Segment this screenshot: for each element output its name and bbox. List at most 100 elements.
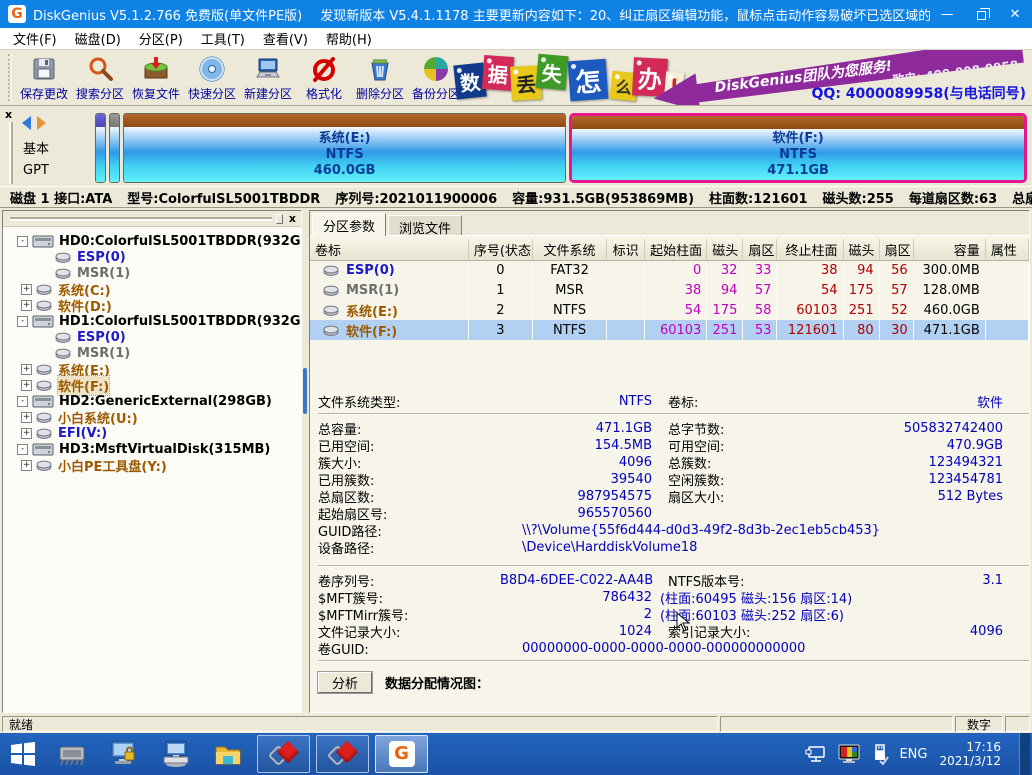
menu-bar: 文件(F) 磁盘(D) 分区(P) 工具(T) 查看(V) 帮助(H) [0,28,1032,50]
col-capacity[interactable]: 容量 [913,239,985,260]
partition-overview: x 基本 GPT 系统(E:) NTFS 460.0GB [0,106,1032,186]
overview-close-icon[interactable]: x [5,108,12,121]
red-diamond-app-icon [330,741,356,767]
restore-button[interactable] [964,0,998,28]
system-tray: ENG 17:16 2021/3/12 [805,733,1030,775]
disk-serial: 序列号:2021011900006 [335,188,497,207]
tree-item-esp0[interactable]: ESP(0) [3,249,301,265]
task-button-app1[interactable] [257,735,310,773]
tree-item-hd2[interactable]: -HD2:GenericExternal(298GB) [3,393,301,409]
analyze-button[interactable]: 分析 [318,672,372,693]
tree-slider[interactable] [10,217,272,221]
title-bar: G DiskGenius V5.1.2.766 免费版(单文件PE版) 发现新版… [0,0,1032,28]
disk-cylinders: 柱面数:121601 [709,188,807,207]
recover-files-button[interactable]: 恢复文件 [128,50,184,105]
separator [318,413,1029,415]
windows-logo-icon [10,741,36,767]
ad-tile: 据 [482,55,514,91]
tree-item-esp0-hd1[interactable]: ESP(0) [3,329,301,345]
tree-item-xiaobai-pe-y[interactable]: +小白PE工具盘(Y:) [3,457,301,473]
taskbar-clock[interactable]: 17:16 2021/3/12 [939,740,1001,768]
status-numlock: 数字 [955,716,1003,732]
tree-slider-handle-icon[interactable] [276,214,283,224]
pc-security-tool-icon[interactable] [98,733,150,775]
main-area: x -HD0:ColorfulSL5001TBDDR(932GB) ESP(0)… [0,207,1032,715]
partition-bar-software-f[interactable]: 软件(F:) NTFS 471.1GB [569,113,1027,183]
col-start-cylinder[interactable]: 起始柱面 [645,239,707,260]
menu-tools[interactable]: 工具(T) [192,29,254,48]
update-notice: 发现新版本 V5.4.1.1178 主要更新内容如下：20、纠正扇区编辑功能，鼠… [320,5,930,24]
tree-item-xiaobai-u[interactable]: +小白系统(U:) [3,409,301,425]
menu-view[interactable]: 查看(V) [254,29,317,48]
format-button[interactable]: 格式化 [296,50,352,105]
tree-item-software-d[interactable]: +软件(D:) [3,297,301,313]
menu-disk[interactable]: 磁盘(D) [66,29,130,48]
input-tool-icon[interactable] [150,733,202,775]
menu-file[interactable]: 文件(F) [4,29,66,48]
close-button[interactable]: ✕ [998,0,1032,28]
task-button-app2[interactable] [316,735,369,773]
partition-detail-panel: 分区参数 浏览文件 卷标 序号(状态) 文件系统 [309,210,1030,713]
new-partition-icon [253,54,283,84]
screen: G DiskGenius V5.1.2.766 免费版(单文件PE版) 发现新版… [0,0,1032,775]
col-attributes[interactable]: 属性 [985,239,1028,260]
tree-item-msr1-hd1[interactable]: MSR(1) [3,345,301,361]
col-identifier[interactable]: 标识 [607,239,645,260]
table-row-system-e[interactable]: 系统(E:) 2NTFS 5417558 6010325152 460.0GB [310,300,1029,320]
new-partition-button[interactable]: 新建分区 [240,50,296,105]
table-row-software-f-selected[interactable]: 软件(F:) 3NTFS 6010325153 1216018030 471.1… [310,320,1029,340]
menu-partition[interactable]: 分区(P) [130,29,192,48]
search-partition-button[interactable]: 搜索分区 [72,50,128,105]
hard-disk-icon [32,443,54,456]
tree-item-system-c[interactable]: +系统(C:) [3,281,301,297]
ramdisk-tool-icon[interactable] [46,733,98,775]
tab-browse-files[interactable]: 浏览文件 [388,215,462,235]
partition-bar-msr[interactable] [109,113,120,183]
partition-bar-esp[interactable] [95,113,106,183]
delete-partition-icon [365,54,395,84]
col-end-cylinder[interactable]: 终止柱面 [777,239,843,260]
prev-disk-arrow-icon[interactable] [22,116,31,130]
quick-partition-icon [197,54,227,84]
start-button[interactable] [0,733,46,775]
view-mode-basic[interactable]: 基本 [23,138,49,157]
tree-item-msr1[interactable]: MSR(1) [3,265,301,281]
display-settings-tray-icon[interactable] [837,744,861,764]
show-desktop-button[interactable] [1019,733,1030,775]
tree-close-icon[interactable]: x [287,212,298,225]
tab-partition-params[interactable]: 分区参数 [312,213,386,236]
overview-grip [9,122,13,184]
table-row-esp[interactable]: ESP(0) 0FAT32 03233 389456 300.0MB [310,260,1029,280]
save-changes-button[interactable]: 保存更改 [16,50,72,105]
disk-tree-panel: x -HD0:ColorfulSL5001TBDDR(932GB) ESP(0)… [2,210,302,713]
delete-partition-button[interactable]: 删除分区 [352,50,408,105]
menu-help[interactable]: 帮助(H) [317,29,381,48]
partition-bar-system-e[interactable]: 系统(E:) NTFS 460.0GB [123,113,566,183]
col-index-status[interactable]: 序号(状态) [468,239,532,260]
tree-item-efi-v[interactable]: +EFI(V:) [3,425,301,441]
network-tray-icon[interactable] [805,744,827,764]
file-explorer-icon[interactable] [202,733,254,775]
col-end-head[interactable]: 磁头 [843,239,879,260]
partition-icon [323,285,340,296]
col-start-head[interactable]: 磁头 [707,239,743,260]
disk-info-line: 磁盘 1 接口:ATA 型号:ColorfulSL5001TBDDR 序列号:2… [0,186,1032,207]
table-row-msr[interactable]: MSR(1) 1MSR 389457 5417557 128.0MB [310,280,1029,300]
tree-item-hd1[interactable]: -HD1:ColorfulSL5001TBDDR(932GB) [3,313,301,329]
detail-tabs: 分区参数 浏览文件 [310,211,1029,235]
col-volume-label[interactable]: 卷标 [310,239,468,260]
task-button-diskgenius-active[interactable]: G [375,735,428,773]
usb-eject-tray-icon[interactable] [871,743,889,765]
view-mode-gpt[interactable]: GPT [23,163,49,178]
language-indicator[interactable]: ENG [899,747,927,762]
minimize-button[interactable]: — [930,0,964,28]
tree-item-system-e[interactable]: +系统(E:) [3,361,301,377]
panel-splitter[interactable] [302,208,309,715]
tree-item-software-f[interactable]: +软件(F:) [3,377,301,393]
col-filesystem[interactable]: 文件系统 [532,239,606,260]
col-start-sector[interactable]: 扇区 [743,239,777,260]
col-end-sector[interactable]: 扇区 [879,239,913,260]
tree-item-hd0[interactable]: -HD0:ColorfulSL5001TBDDR(932GB) [3,233,301,249]
quick-partition-button[interactable]: 快速分区 [184,50,240,105]
next-disk-arrow-icon[interactable] [37,116,46,130]
